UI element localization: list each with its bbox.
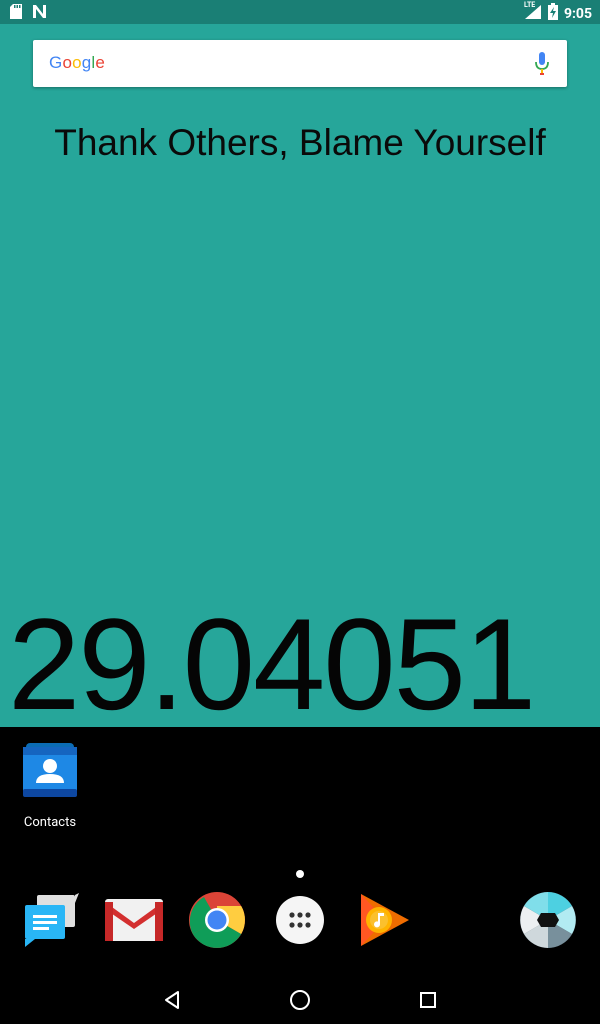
counter-value: 29.04051 — [8, 591, 536, 737]
contacts-app[interactable]: Contacts — [18, 741, 82, 830]
network-type-label: LTE — [523, 0, 536, 9]
camera-app[interactable] — [518, 892, 578, 952]
back-button[interactable] — [158, 988, 186, 1016]
mic-icon[interactable] — [535, 52, 549, 80]
play-music-icon — [355, 892, 411, 952]
messenger-icon — [21, 893, 79, 951]
status-time: 9:05 — [563, 5, 592, 22]
chrome-icon — [188, 891, 246, 953]
chrome-app[interactable] — [187, 892, 247, 952]
gmail-icon — [105, 899, 163, 945]
navigation-bar — [0, 978, 600, 1024]
status-left — [10, 4, 47, 23]
gmail-app[interactable] — [104, 892, 164, 952]
app-drawer-icon — [275, 895, 325, 949]
status-bar: LTE 9:05 — [0, 0, 600, 24]
camera-icon — [519, 891, 577, 953]
recents-icon — [419, 991, 437, 1013]
home-screen: Contacts — [0, 727, 600, 1024]
contacts-icon — [20, 743, 80, 805]
back-icon — [162, 990, 182, 1014]
quote-text: Thank Others, Blame Yourself — [54, 122, 546, 163]
home-button[interactable] — [286, 988, 314, 1016]
status-right: LTE 9:05 — [523, 0, 592, 24]
home-icon — [289, 989, 311, 1015]
google-search-bar[interactable]: Google — [33, 40, 567, 87]
play-music-app[interactable] — [353, 892, 413, 952]
contacts-label: Contacts — [23, 815, 77, 830]
battery-charging-icon — [547, 3, 558, 24]
messenger-app[interactable] — [20, 892, 80, 952]
dock — [0, 892, 600, 952]
app-drawer-button[interactable] — [270, 892, 330, 952]
recents-button[interactable] — [414, 988, 442, 1016]
wallpaper: Google Thank Others, Blame Yourself 29.0… — [0, 24, 600, 734]
n-notification-icon — [32, 4, 47, 23]
signal-icon: LTE — [523, 0, 542, 24]
google-logo: Google — [49, 53, 106, 72]
sd-card-icon — [10, 4, 22, 23]
page-indicator — [296, 870, 304, 878]
